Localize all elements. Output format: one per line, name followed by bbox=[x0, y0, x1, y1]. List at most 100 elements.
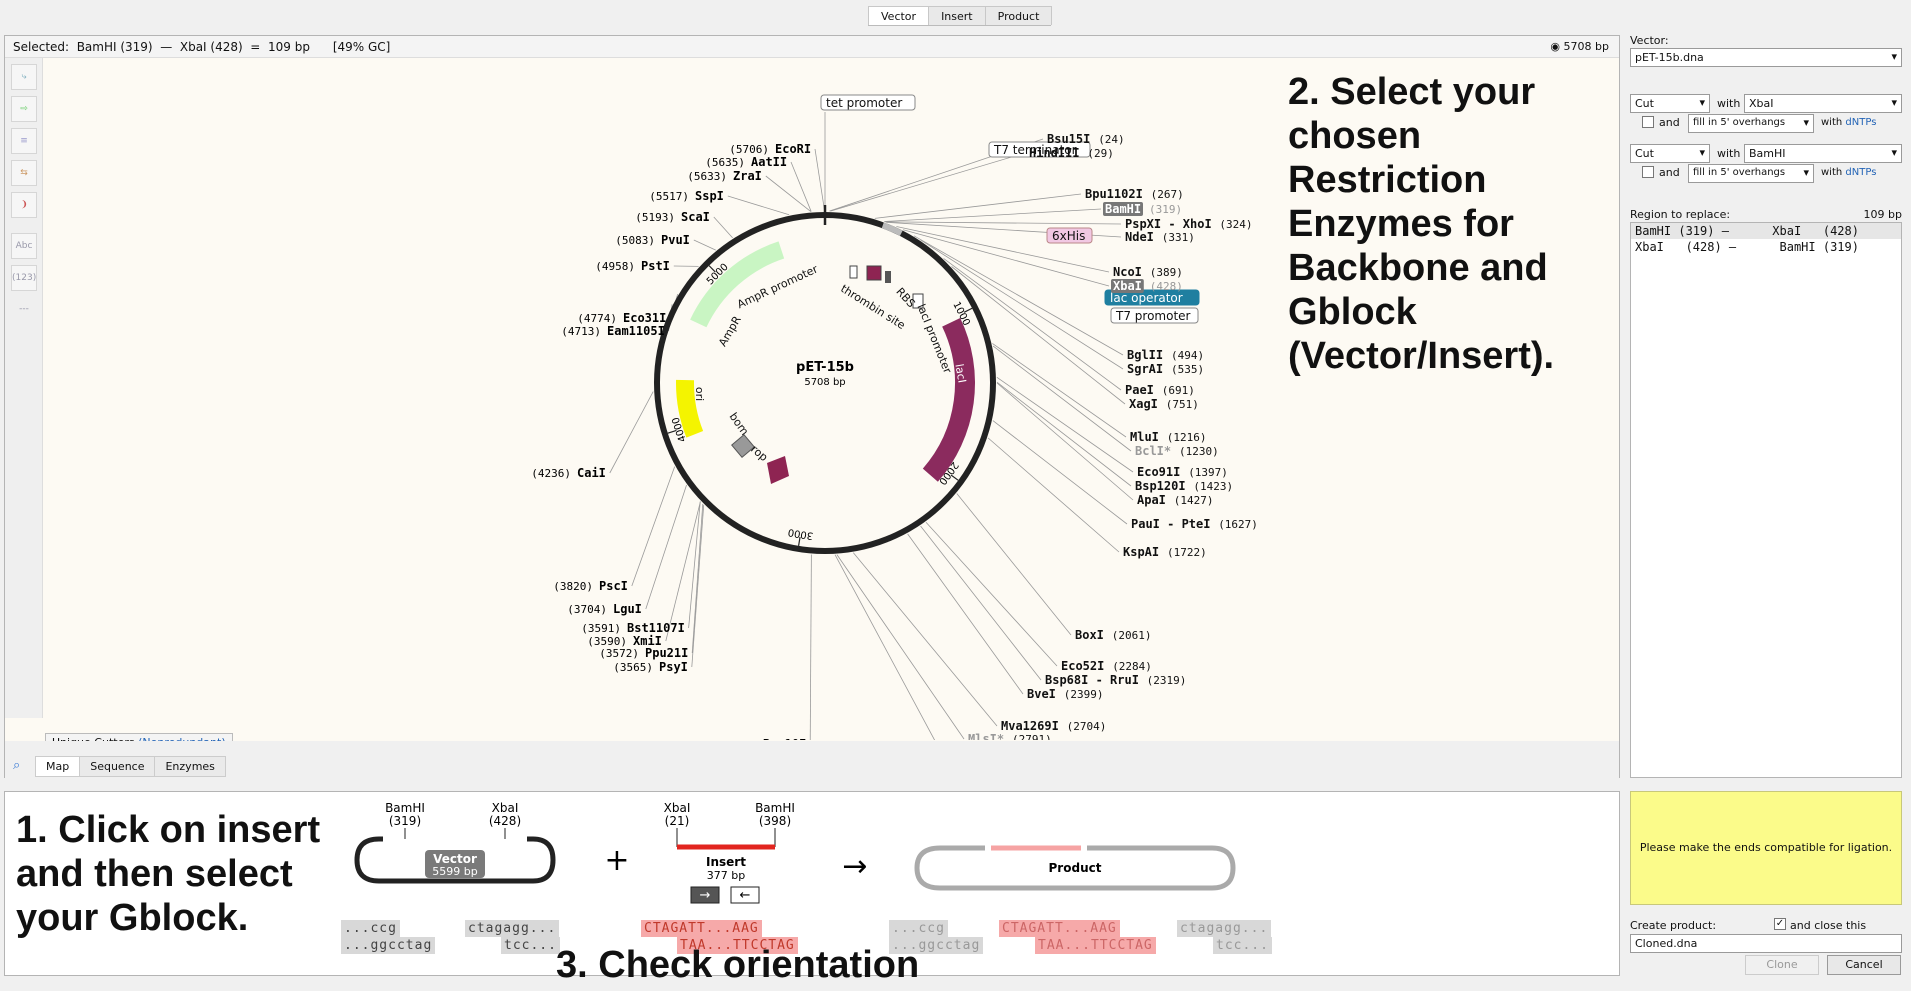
feature-label: AmpR bbox=[716, 313, 744, 348]
leader-line bbox=[907, 533, 1024, 695]
product-mid-bottom-seq: TAA...TTCCTAG bbox=[1035, 937, 1156, 954]
arrow-feature-icon[interactable]: ⇨ bbox=[11, 96, 37, 122]
enzyme-name: LguI bbox=[613, 602, 642, 616]
enzyme-position: (1216) bbox=[1167, 431, 1207, 444]
dashes-icon[interactable]: -‐- bbox=[11, 297, 37, 323]
insert-pos1: (21) bbox=[665, 814, 690, 828]
linear-view-icon[interactable]: ⤷ bbox=[11, 64, 37, 90]
enzyme-name: PaeI bbox=[1125, 383, 1154, 397]
enzyme-position: (1427) bbox=[1174, 494, 1214, 507]
leader-line bbox=[645, 484, 687, 610]
cut1-enzyme-select[interactable]: XbaI bbox=[1744, 94, 1902, 113]
enzyme-position: (751) bbox=[1166, 398, 1199, 411]
leader-line bbox=[913, 235, 1124, 356]
enzyme-position: (4713) bbox=[561, 325, 601, 338]
swap-icon[interactable]: ⇆ bbox=[11, 160, 37, 186]
cut2-fill-select[interactable]: fill in 5' overhangs bbox=[1688, 164, 1814, 183]
plasmid-name: pET-15b bbox=[796, 360, 854, 375]
enzyme-position: (1397) bbox=[1188, 466, 1228, 479]
enzyme-name: Bpu10I bbox=[763, 737, 806, 740]
enzyme-position: (5083) bbox=[615, 234, 655, 247]
product-name: Product bbox=[1049, 861, 1102, 875]
view-tabs: Map Sequence Enzymes bbox=[35, 756, 226, 777]
product-right-bottom-seq: tcc... bbox=[1213, 937, 1272, 954]
leader-line bbox=[992, 345, 1132, 452]
bp-count-value: 5708 bp bbox=[1563, 40, 1609, 53]
enzyme-name: PscI bbox=[599, 579, 628, 593]
selected-region bbox=[881, 222, 903, 236]
cut1-dntps: with dNTPs bbox=[1821, 117, 1876, 128]
vector-right-bottom-seq: tcc... bbox=[501, 937, 560, 954]
bp-count: ◉ 5708 bp bbox=[1550, 40, 1609, 53]
map-toolbar: ⤷ ⇨ ≡ ⇆ ❩ Abc (123) -‐- bbox=[5, 58, 43, 718]
selection-text: Selected: BamHI (319) — XbaI (428) = 109… bbox=[13, 40, 391, 54]
enzyme-position: (389) bbox=[1150, 266, 1183, 279]
plus-sign: + bbox=[604, 843, 629, 878]
cut1-dntps-link[interactable]: dNTPs bbox=[1845, 117, 1876, 128]
tab-product[interactable]: Product bbox=[984, 6, 1053, 25]
tick-label: 3000 bbox=[787, 526, 814, 541]
enzyme-position: (3565) bbox=[613, 661, 653, 674]
enzyme-name: SspI bbox=[695, 189, 724, 203]
tab-map[interactable]: Map bbox=[35, 756, 81, 777]
vector-left-top-seq: ...ccg bbox=[341, 920, 400, 937]
enzyme-position: (2061) bbox=[1112, 629, 1152, 642]
magnifier-icon[interactable]: ⌕ bbox=[13, 758, 20, 773]
text-icon[interactable]: Abc bbox=[11, 233, 37, 259]
feature-label: bom bbox=[727, 410, 752, 437]
enzyme-name: KspAI bbox=[1123, 545, 1159, 559]
leader-line bbox=[836, 554, 965, 740]
orf-icon[interactable]: ❩ bbox=[11, 192, 37, 218]
leader-line bbox=[920, 525, 1042, 681]
vector-pos2: (428) bbox=[489, 814, 521, 828]
numbers-icon[interactable]: (123) bbox=[11, 265, 37, 291]
enzyme-name: Ppu21I bbox=[645, 646, 688, 660]
clone-button[interactable]: Clone bbox=[1745, 955, 1819, 975]
insert-enzyme1: XbaI bbox=[664, 801, 691, 815]
enzyme-name: PsyI bbox=[659, 660, 688, 674]
cancel-button[interactable]: Cancel bbox=[1827, 955, 1901, 975]
selection-bar: Selected: BamHI (319) — XbaI (428) = 109… bbox=[5, 36, 1619, 58]
region-size: 109 bp bbox=[1863, 208, 1902, 221]
cut1-fill-select[interactable]: fill in 5' overhangs bbox=[1688, 114, 1814, 133]
enzyme-position: (2284) bbox=[1112, 660, 1152, 673]
region-list[interactable]: BamHI (319) — XbaI (428) XbaI (428) — Ba… bbox=[1630, 222, 1902, 778]
enzyme-name: NcoI bbox=[1113, 265, 1142, 279]
cut2-dntps-link[interactable]: dNTPs bbox=[1845, 167, 1876, 178]
close-window-checkbox[interactable]: ✓ bbox=[1774, 918, 1786, 930]
cut2-enzyme-select[interactable]: BamHI bbox=[1744, 144, 1902, 163]
enzyme-position: (3704) bbox=[567, 603, 607, 616]
leader-line bbox=[996, 376, 1134, 473]
cut1-with-label: with bbox=[1717, 97, 1741, 110]
cut2-action-select[interactable]: Cut bbox=[1630, 144, 1710, 163]
cut1-action-select[interactable]: Cut bbox=[1630, 94, 1710, 113]
tab-sequence[interactable]: Sequence bbox=[79, 756, 156, 777]
left-arrow-icon: ← bbox=[740, 888, 751, 903]
leader-line bbox=[609, 391, 654, 474]
enzyme-name: SgrAI bbox=[1127, 362, 1163, 376]
map-footer bbox=[5, 741, 1619, 778]
tab-enzymes[interactable]: Enzymes bbox=[154, 756, 226, 777]
product-name-input[interactable]: Cloned.dna bbox=[1630, 934, 1902, 953]
vector-select[interactable]: pET-15b.dna bbox=[1630, 48, 1902, 67]
enzyme-position: (535) bbox=[1171, 363, 1204, 376]
enzyme-name: Bsp68I - RruI bbox=[1045, 673, 1139, 687]
region-row[interactable]: XbaI (428) — BamHI (319) bbox=[1631, 239, 1901, 255]
tab-vector[interactable]: Vector bbox=[868, 6, 930, 25]
enzyme-name: AatII bbox=[751, 155, 787, 169]
enzyme-position: (24) bbox=[1098, 133, 1125, 146]
lines-icon[interactable]: ≡ bbox=[11, 128, 37, 154]
cut2-dntps: with dNTPs bbox=[1821, 167, 1876, 178]
enzyme-name: PstI bbox=[641, 259, 670, 273]
enzyme-position: (4958) bbox=[595, 260, 635, 273]
enzyme-name: CaiI bbox=[577, 466, 606, 480]
region-row[interactable]: BamHI (319) — XbaI (428) bbox=[1631, 223, 1901, 239]
cut2-and-checkbox[interactable] bbox=[1642, 166, 1654, 178]
cut1-with-dntps-label: with bbox=[1821, 117, 1843, 128]
enzyme-position: (267) bbox=[1151, 188, 1184, 201]
leader-line bbox=[885, 221, 1122, 225]
leader-line bbox=[951, 266, 1126, 405]
tab-insert[interactable]: Insert bbox=[928, 6, 986, 25]
cut1-and-checkbox[interactable] bbox=[1642, 116, 1654, 128]
result-arrow-icon: → bbox=[842, 849, 867, 884]
